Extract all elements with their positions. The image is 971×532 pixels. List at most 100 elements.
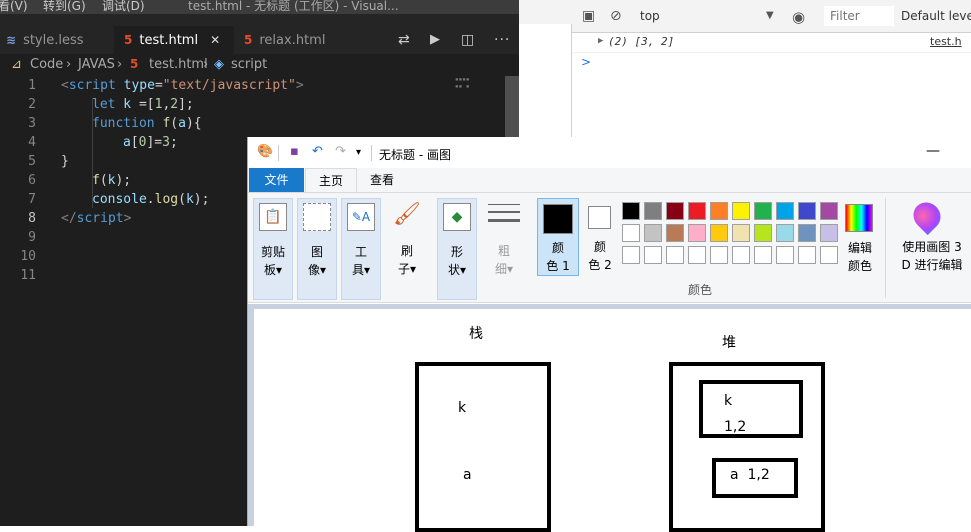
- color-swatch[interactable]: [732, 224, 750, 242]
- custom-color-slot[interactable]: [710, 246, 728, 264]
- edit-colors-button[interactable]: 编辑 颜色: [841, 201, 879, 273]
- save-icon[interactable]: ▪: [290, 144, 299, 159]
- menu-view[interactable]: 看(V): [0, 0, 28, 14]
- run-icon[interactable]: ▶: [430, 32, 440, 47]
- colors-group-label: 颜色: [688, 283, 713, 297]
- color1-button[interactable]: 颜 色 1: [537, 198, 579, 276]
- custom-color-slot[interactable]: [688, 246, 706, 264]
- color-swatch[interactable]: [820, 202, 838, 220]
- brushes-label-2: 子▾: [397, 262, 417, 276]
- chevron-down-icon[interactable]: ▼: [766, 10, 774, 21]
- breadcrumb-folder[interactable]: JAVAS: [78, 57, 115, 72]
- color-swatch[interactable]: [666, 224, 684, 242]
- filter-input[interactable]: [824, 6, 894, 26]
- paint-app-icon[interactable]: 🎨: [257, 144, 273, 159]
- color-swatch[interactable]: [776, 224, 794, 242]
- color-swatch[interactable]: [710, 224, 728, 242]
- customize-toolbar-icon[interactable]: ▾: [356, 147, 361, 158]
- tab-home[interactable]: 主页: [305, 168, 357, 193]
- redo-icon[interactable]: ↷: [335, 144, 346, 159]
- size-button[interactable]: 粗 细▾: [484, 198, 524, 300]
- tab-label: style.less: [23, 32, 84, 48]
- color-swatch[interactable]: [644, 224, 662, 242]
- color-swatch[interactable]: [622, 202, 640, 220]
- minimize-icon[interactable]: —: [926, 143, 940, 159]
- tab-test-html[interactable]: 5 test.html ✕: [114, 26, 234, 54]
- separator: [278, 145, 279, 161]
- breadcrumb-symbol[interactable]: script: [231, 57, 267, 72]
- menu-goto[interactable]: 转到(G): [43, 0, 86, 14]
- custom-color-slot[interactable]: [622, 246, 640, 264]
- color2-label[interactable]: 颜: [588, 238, 612, 256]
- custom-color-slot[interactable]: [776, 246, 794, 264]
- breadcrumb-root[interactable]: Code: [30, 57, 63, 72]
- compare-changes-icon[interactable]: ⇄: [398, 32, 410, 48]
- context-selector[interactable]: top: [640, 9, 660, 23]
- line-number: 5: [28, 154, 36, 169]
- expand-arrow-icon[interactable]: ▶: [598, 36, 603, 46]
- html5-file-icon: 5: [130, 57, 139, 71]
- color-swatch[interactable]: [754, 202, 772, 220]
- custom-color-slot[interactable]: [666, 246, 684, 264]
- color2-label-2[interactable]: 色 2: [584, 256, 616, 274]
- color-swatch[interactable]: [798, 224, 816, 242]
- color2-swatch[interactable]: [588, 206, 611, 229]
- console-message: ▶ (2) [3, 2] test.h: [572, 33, 971, 53]
- line-width-icon: [488, 204, 520, 228]
- source-link[interactable]: test.h: [930, 35, 962, 48]
- color-swatch[interactable]: [732, 202, 750, 220]
- split-editor-icon[interactable]: ◫: [461, 32, 474, 48]
- tab-relax-html[interactable]: 5 relax.html: [238, 26, 348, 54]
- breadcrumb: ⊿ Code › JAVAS › 5 test.html › ◈ script: [0, 54, 519, 76]
- color-swatch[interactable]: [688, 202, 706, 220]
- tab-view[interactable]: 查看: [370, 168, 394, 192]
- color-swatch[interactable]: [666, 202, 684, 220]
- brushes-button[interactable]: 🖌 刷 子▾: [387, 198, 427, 300]
- console-prompt[interactable]: >: [581, 55, 591, 69]
- tab-label: relax.html: [259, 32, 326, 48]
- color-swatch[interactable]: [688, 224, 706, 242]
- css-file-icon: ≋: [6, 33, 17, 47]
- brush-icon: 🖌: [393, 202, 421, 227]
- custom-color-slot[interactable]: [732, 246, 750, 264]
- html5-file-icon: 5: [124, 33, 133, 47]
- color-swatch[interactable]: [710, 202, 728, 220]
- drawing-canvas[interactable]: 栈 堆 k a k 1,2 a 1,2: [254, 309, 971, 532]
- editor-tabs: ≋ style.less 5 test.html ✕ 5 relax.html …: [0, 14, 519, 54]
- heap-k-value: 1,2: [724, 419, 747, 435]
- window-title: test.html - 无标题 (工作区) - Visual...: [188, 0, 399, 13]
- more-actions-icon[interactable]: ···: [494, 32, 510, 48]
- sidebar-toggle-icon[interactable]: ▣: [582, 8, 595, 24]
- clear-console-icon[interactable]: ⊘: [610, 8, 622, 24]
- stack-label: 栈: [469, 326, 483, 342]
- color-swatch[interactable]: [776, 202, 794, 220]
- log-levels-dropdown[interactable]: Default levels: [901, 9, 971, 23]
- image-button[interactable]: 图 像▾: [297, 198, 337, 300]
- paint3d-button[interactable]: 使用画图 3 D 进行编辑: [888, 196, 971, 298]
- custom-color-slot[interactable]: [754, 246, 772, 264]
- color-spectrum-icon: [845, 204, 873, 232]
- eye-icon[interactable]: ◉: [792, 8, 805, 26]
- tools-button[interactable]: ✎A 工 具▾: [341, 198, 381, 300]
- line-number: 3: [28, 116, 36, 131]
- close-icon[interactable]: ✕: [210, 33, 220, 47]
- breadcrumb-file[interactable]: test.html: [149, 57, 208, 72]
- heap-k-label: k: [724, 393, 733, 409]
- color-swatch[interactable]: [798, 202, 816, 220]
- color1-swatch: [543, 204, 573, 234]
- custom-color-slot[interactable]: [644, 246, 662, 264]
- log-value[interactable]: (2) [3, 2]: [608, 35, 674, 48]
- menu-debug[interactable]: 调试(D): [102, 0, 145, 14]
- tab-file[interactable]: 文件: [249, 168, 304, 192]
- line-number: 4: [28, 135, 36, 150]
- color-swatch[interactable]: [754, 224, 772, 242]
- color-swatch[interactable]: [622, 224, 640, 242]
- undo-icon[interactable]: ↶: [312, 144, 323, 159]
- minimap[interactable]: ▪▪▪▪ ▪▪ ▪: [455, 76, 485, 90]
- color-swatch[interactable]: [644, 202, 662, 220]
- tab-style-less[interactable]: ≋ style.less: [0, 26, 110, 54]
- shapes-button[interactable]: ◆ 形 状▾: [437, 198, 477, 300]
- scrollbar-thumb[interactable]: [505, 76, 519, 140]
- clipboard-button[interactable]: 📋 剪贴 板▾: [253, 198, 293, 300]
- custom-color-slot[interactable]: [798, 246, 816, 264]
